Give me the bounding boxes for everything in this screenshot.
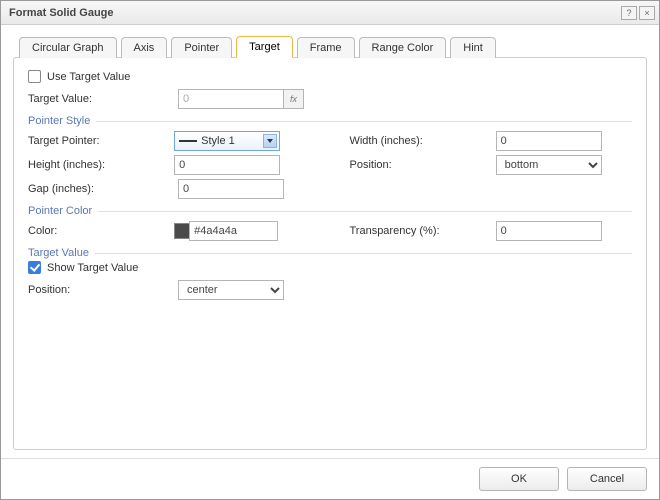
transparency-label: Transparency (%):: [349, 225, 495, 237]
position2-select[interactable]: center: [178, 280, 284, 300]
position2-label: Position:: [28, 284, 178, 296]
group-pointer-style: Pointer Style: [28, 115, 632, 127]
width-label: Width (inches):: [349, 135, 495, 147]
format-solid-gauge-dialog: Format Solid Gauge ? × Circular Graph Ax…: [0, 0, 660, 500]
dialog-body: Circular Graph Axis Pointer Target Frame…: [1, 25, 659, 458]
target-value-row: Target Value: fx: [28, 89, 632, 109]
tab-range-color[interactable]: Range Color: [359, 37, 447, 58]
tab-target[interactable]: Target: [236, 36, 293, 58]
group-pointer-color: Pointer Color: [28, 205, 632, 217]
use-target-row: Use Target Value: [28, 70, 632, 83]
group-target-value: Target Value: [28, 247, 632, 259]
group-pointer-style-label: Pointer Style: [28, 115, 90, 127]
target-value-label: Target Value:: [28, 93, 178, 105]
tab-frame[interactable]: Frame: [297, 37, 355, 58]
target-panel: Use Target Value Target Value: fx Pointe…: [13, 57, 647, 450]
target-value-input[interactable]: [178, 89, 284, 109]
color-label: Color:: [28, 225, 174, 237]
gap-input[interactable]: [178, 179, 284, 199]
show-target-value-label: Show Target Value: [47, 262, 138, 274]
ok-button[interactable]: OK: [479, 467, 559, 491]
show-target-value-row: Show Target Value: [28, 261, 632, 274]
group-pointer-color-label: Pointer Color: [28, 205, 92, 217]
position1-select[interactable]: bottom: [496, 155, 602, 175]
color-swatch[interactable]: [174, 223, 190, 239]
group-target-value-label: Target Value: [28, 247, 89, 259]
target-pointer-value: Style 1: [201, 135, 235, 147]
tab-pointer[interactable]: Pointer: [171, 37, 232, 58]
position2-row: Position: center: [28, 280, 632, 300]
transparency-input[interactable]: [496, 221, 602, 241]
line-preview-icon: [179, 140, 197, 142]
tab-hint[interactable]: Hint: [450, 37, 496, 58]
dialog-title: Format Solid Gauge: [9, 7, 619, 19]
close-button[interactable]: ×: [639, 6, 655, 20]
height-label: Height (inches):: [28, 159, 174, 171]
dialog-footer: OK Cancel: [1, 458, 659, 499]
gap-label: Gap (inches):: [28, 183, 178, 195]
width-input[interactable]: [496, 131, 602, 151]
height-row: Height (inches): Position: bottom: [28, 155, 632, 175]
use-target-label: Use Target Value: [47, 71, 130, 83]
color-input[interactable]: [189, 221, 278, 241]
position1-label: Position:: [349, 159, 495, 171]
gap-row: Gap (inches):: [28, 179, 632, 199]
cancel-button[interactable]: Cancel: [567, 467, 647, 491]
color-row: Color: Transparency (%):: [28, 221, 632, 241]
show-target-value-checkbox[interactable]: [28, 261, 41, 274]
chevron-down-icon: [263, 134, 277, 148]
help-button[interactable]: ?: [621, 6, 637, 20]
height-input[interactable]: [174, 155, 280, 175]
tab-circular-graph[interactable]: Circular Graph: [19, 37, 117, 58]
target-pointer-row: Target Pointer: Style 1 Width (inches):: [28, 131, 632, 151]
titlebar: Format Solid Gauge ? ×: [1, 1, 659, 25]
tab-strip: Circular Graph Axis Pointer Target Frame…: [13, 35, 647, 57]
target-pointer-label: Target Pointer:: [28, 135, 174, 147]
target-value-fx-button[interactable]: fx: [284, 89, 304, 109]
target-pointer-select[interactable]: Style 1: [174, 131, 280, 151]
use-target-checkbox[interactable]: [28, 70, 41, 83]
tab-axis[interactable]: Axis: [121, 37, 168, 58]
